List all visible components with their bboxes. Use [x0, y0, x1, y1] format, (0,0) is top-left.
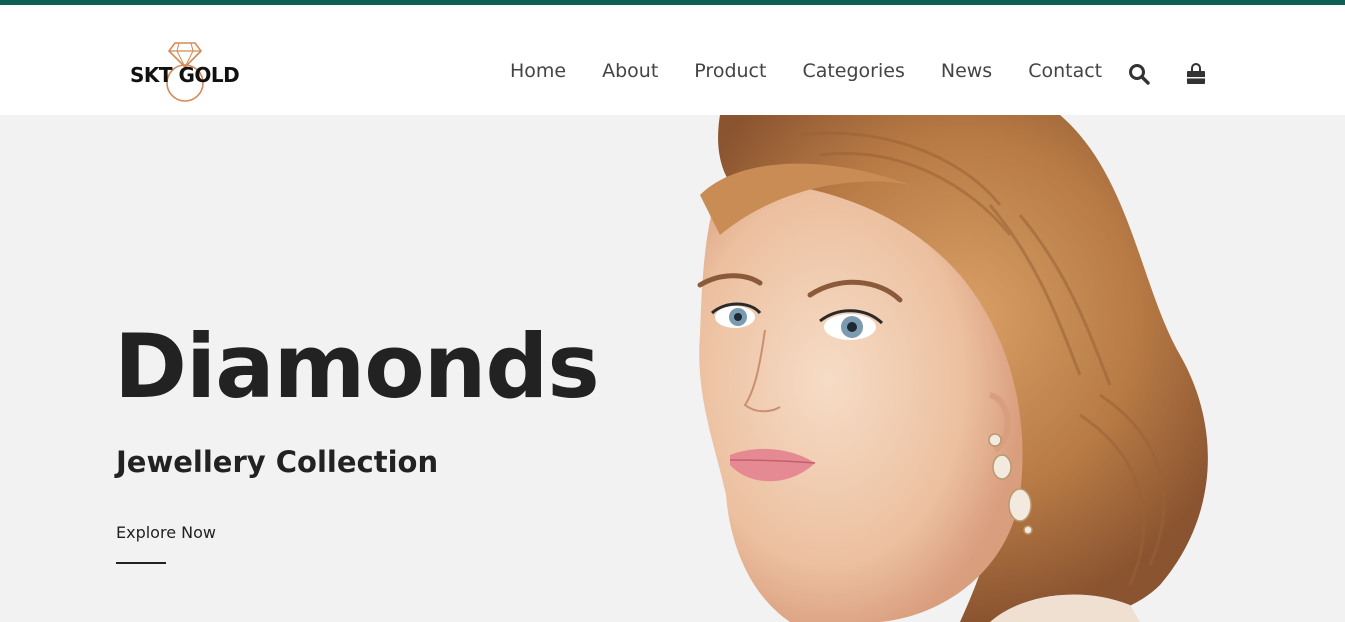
header-icons	[1127, 62, 1208, 86]
nav-item-news[interactable]: News	[941, 60, 992, 82]
hero-subtitle: Jewellery Collection	[116, 445, 439, 479]
cta-underline	[116, 562, 166, 564]
main-nav: Home About Product Categories News Conta…	[510, 60, 1138, 82]
nav-item-product[interactable]: Product	[694, 60, 766, 82]
brand-logo[interactable]: SKT GOLD	[130, 41, 242, 103]
hero-model-image	[697, 115, 1208, 622]
site-header: SKT GOLD Home About Product Categories N…	[0, 5, 1345, 115]
nav-item-home[interactable]: Home	[510, 60, 566, 82]
nav-item-categories[interactable]: Categories	[802, 60, 904, 82]
search-icon[interactable]	[1127, 62, 1151, 86]
nav-item-contact[interactable]: Contact	[1028, 60, 1102, 82]
nav-item-about[interactable]: About	[602, 60, 658, 82]
hero-title: Diamonds	[114, 315, 600, 418]
shopping-bag-icon[interactable]	[1184, 62, 1208, 86]
explore-now-link[interactable]: Explore Now	[116, 523, 216, 542]
brand-name: SKT GOLD	[130, 63, 240, 87]
hero-banner: Diamonds Jewellery Collection Explore No…	[0, 115, 1345, 622]
